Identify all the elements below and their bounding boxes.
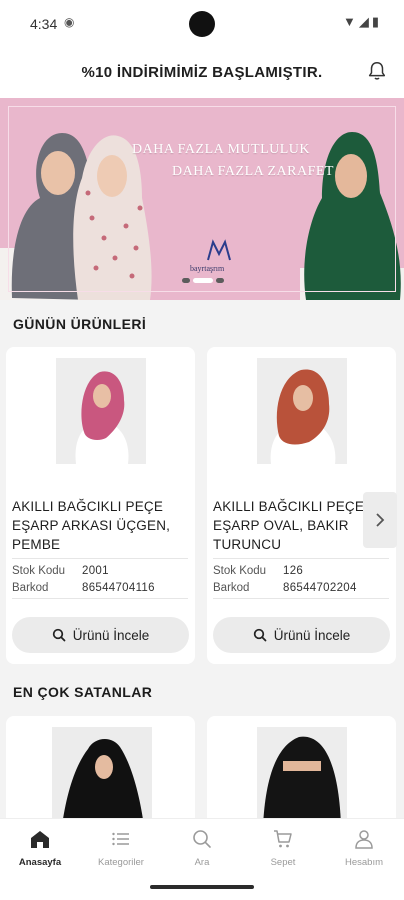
- nav-label: Ara: [194, 857, 210, 868]
- nav-search[interactable]: Ara: [162, 829, 242, 868]
- camera-cutout: [189, 11, 215, 37]
- home-indicator: [150, 885, 254, 889]
- brand-logo-text: bayrtaşrım: [190, 264, 225, 273]
- banner-headline-1: DAHA FAZLA MUTLULUK: [132, 142, 311, 157]
- banner-pagination[interactable]: [182, 278, 224, 283]
- nav-label: Sepet: [270, 857, 296, 868]
- home-icon: [31, 831, 49, 848]
- brand-logo-mark: [207, 239, 231, 261]
- product-card[interactable]: [207, 716, 396, 826]
- search-icon: [52, 628, 66, 642]
- banner-headline-2: DAHA FAZLA ZARAFET: [172, 164, 334, 179]
- bell-icon[interactable]: [366, 60, 388, 82]
- nav-account[interactable]: Hesabım: [324, 829, 404, 868]
- status-bar: 4:34 ◉ ▼◢▮: [0, 0, 404, 46]
- divider: [213, 598, 389, 599]
- carousel-next-button[interactable]: [363, 492, 397, 548]
- pagination-dot-active[interactable]: [193, 278, 213, 283]
- product-card[interactable]: AKILLI BAĞCIKLI PEÇE EŞARP ARKASI ÜÇGEN,…: [6, 347, 195, 664]
- chevron-right-icon: [376, 513, 385, 527]
- stock-code-label: Stok Kodu: [213, 565, 267, 577]
- signal-battery-icons: ▼◢▮: [342, 14, 382, 29]
- nav-label: Hesabım: [344, 857, 383, 868]
- stock-code-value: 126: [283, 565, 304, 577]
- nav-cart[interactable]: Sepet: [243, 829, 323, 868]
- list-icon: [112, 832, 129, 846]
- product-image[interactable]: [257, 358, 347, 464]
- cart-icon: [274, 830, 292, 848]
- bestsellers-title: EN ÇOK SATANLAR: [13, 684, 153, 700]
- search-icon: [193, 830, 211, 848]
- promo-banner[interactable]: DAHA FAZLA MUTLULUK DAHA FAZLA ZARAFET b…: [0, 98, 404, 300]
- nav-home[interactable]: Anasayfa: [0, 829, 80, 868]
- view-product-button[interactable]: Ürünü İncele: [213, 617, 390, 653]
- user-icon: [355, 830, 373, 849]
- pagination-dot[interactable]: [182, 278, 190, 283]
- product-image[interactable]: [257, 727, 347, 826]
- daily-products-title: GÜNÜN ÜRÜNLERİ: [13, 316, 147, 332]
- divider: [213, 558, 389, 559]
- nav-categories[interactable]: Kategoriler: [81, 829, 161, 868]
- stock-code-label: Stok Kodu: [12, 565, 66, 577]
- product-card[interactable]: [6, 716, 195, 826]
- view-product-label: Ürünü İncele: [72, 627, 150, 643]
- nav-label: Kategoriler: [98, 857, 144, 868]
- product-image[interactable]: [56, 358, 146, 464]
- barcode-value: 86544704116: [82, 582, 155, 594]
- status-time: 4:34: [30, 16, 58, 32]
- nav-label: Anasayfa: [18, 857, 62, 868]
- search-icon: [253, 628, 267, 642]
- top-header: %10 İNDİRİMİMİZ BAŞLAMIŞTIR.: [0, 46, 404, 98]
- view-product-label: Ürünü İncele: [273, 627, 351, 643]
- pagination-dot[interactable]: [216, 278, 224, 283]
- barcode-value: 86544702204: [283, 582, 357, 594]
- divider: [12, 598, 188, 599]
- barcode-label: Barkod: [12, 582, 49, 594]
- announcement-text: %10 İNDİRİMİMİZ BAŞLAMIŞTIR.: [81, 64, 323, 81]
- divider: [12, 558, 188, 559]
- notification-status-icon: ◉: [64, 15, 75, 29]
- product-name[interactable]: AKILLI BAĞCIKLI PEÇE EŞARP ARKASI ÜÇGEN,…: [12, 497, 192, 554]
- barcode-label: Barkod: [213, 582, 250, 594]
- view-product-button[interactable]: Ürünü İncele: [12, 617, 189, 653]
- stock-code-value: 2001: [82, 565, 109, 577]
- product-image[interactable]: [52, 727, 152, 826]
